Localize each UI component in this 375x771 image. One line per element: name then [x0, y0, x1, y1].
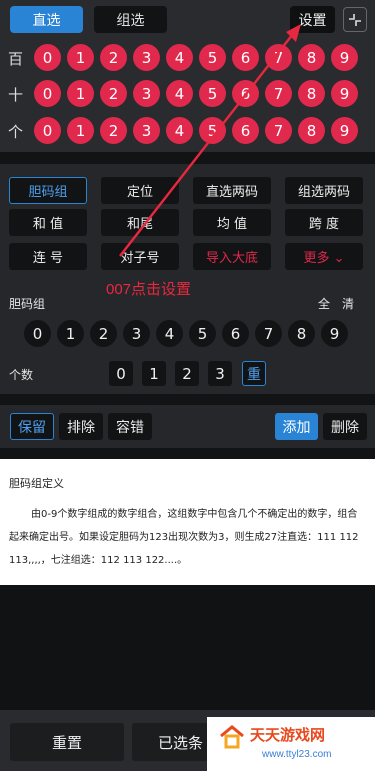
digit-ball[interactable]: 3 [133, 117, 160, 144]
divider [0, 152, 375, 164]
row-label: 十 [8, 86, 24, 104]
action-row [0, 405, 375, 448]
play-type-button[interactable]: 均 值 [193, 209, 271, 236]
digit-ball[interactable]: 3 [133, 44, 160, 71]
row-label: 个 [8, 123, 24, 141]
dan-title: 胆码组 [9, 297, 46, 311]
row-label: 百 [8, 50, 24, 68]
digit-ball[interactable]: 4 [166, 117, 193, 144]
exclude-button[interactable]: 排除 [59, 413, 103, 440]
dan-digit[interactable]: 5 [189, 320, 216, 347]
watermark-url: www.ttyl23.com [262, 749, 332, 760]
digit-ball[interactable]: 9 [331, 80, 358, 107]
collapse-button[interactable] [343, 7, 367, 32]
play-type-button[interactable]: 和 值 [9, 209, 87, 236]
definition-title: 胆码组定义 [9, 477, 64, 490]
dan-digit[interactable]: 7 [255, 320, 282, 347]
digit-ball[interactable]: 1 [67, 44, 94, 71]
dan-digit[interactable]: 4 [156, 320, 183, 347]
play-type-button[interactable]: 直选两码 [193, 177, 271, 204]
annotation-text: 007点击设置 [106, 281, 192, 298]
play-type-button[interactable]: 组选两码 [285, 177, 363, 204]
digit-ball[interactable]: 2 [100, 117, 127, 144]
digit-ball[interactable]: 8 [298, 80, 325, 107]
digit-ball[interactable]: 5 [199, 117, 226, 144]
play-type-button[interactable]: 跨 度 [285, 209, 363, 236]
tolerance-button[interactable]: 容错 [108, 413, 152, 440]
divider [0, 394, 375, 405]
dan-digit[interactable]: 0 [24, 320, 51, 347]
clear-all-button[interactable]: 全清 [318, 295, 366, 312]
digit-ball[interactable]: 4 [166, 44, 193, 71]
digit-ball[interactable]: 8 [298, 117, 325, 144]
empty-area [0, 585, 375, 710]
play-type-button[interactable]: 胆码组 [9, 177, 87, 204]
reset-button[interactable]: 重置 [10, 723, 124, 761]
mode-direct-button[interactable]: 直选 [10, 6, 83, 33]
digit-ball[interactable]: 1 [67, 80, 94, 107]
count-option[interactable]: 0 [109, 361, 133, 386]
count-option[interactable]: 重 [242, 361, 266, 386]
dan-digit[interactable]: 1 [57, 320, 84, 347]
digit-ball[interactable]: 7 [265, 117, 292, 144]
keep-button[interactable]: 保留 [10, 413, 54, 440]
digit-ball[interactable]: 6 [232, 80, 259, 107]
digit-ball[interactable]: 0 [34, 80, 61, 107]
dan-digit[interactable]: 3 [123, 320, 150, 347]
play-type-button[interactable]: 和尾 [101, 209, 179, 236]
play-type-button[interactable]: 定位 [101, 177, 179, 204]
count-label: 个数 [9, 368, 34, 382]
digit-ball[interactable]: 7 [265, 44, 292, 71]
digit-ball[interactable]: 9 [331, 117, 358, 144]
digit-ball[interactable]: 0 [34, 44, 61, 71]
play-type-button[interactable]: 更多 ⌄ [285, 243, 363, 270]
digit-ball[interactable]: 3 [133, 80, 160, 107]
digit-ball[interactable]: 1 [67, 117, 94, 144]
digit-ball[interactable]: 9 [331, 44, 358, 71]
digit-ball[interactable]: 5 [199, 44, 226, 71]
dan-digit[interactable]: 2 [90, 320, 117, 347]
collapse-icon [349, 13, 361, 26]
digit-ball[interactable]: 4 [166, 80, 193, 107]
divider [0, 448, 375, 459]
play-type-button[interactable]: 连 号 [9, 243, 87, 270]
dan-digit[interactable]: 6 [222, 320, 249, 347]
digit-ball[interactable]: 2 [100, 80, 127, 107]
digit-ball[interactable]: 6 [232, 44, 259, 71]
digit-ball[interactable]: 0 [34, 117, 61, 144]
play-type-button[interactable]: 导入大底 [193, 243, 271, 270]
digit-ball[interactable]: 6 [232, 117, 259, 144]
digit-ball[interactable]: 5 [199, 80, 226, 107]
delete-button[interactable]: 删除 [323, 413, 367, 440]
watermark-name: 天天游戏网 [250, 726, 326, 744]
dan-digit[interactable]: 9 [321, 320, 348, 347]
settings-button[interactable]: 设置 [290, 6, 335, 33]
count-option[interactable]: 2 [175, 361, 199, 386]
digit-ball[interactable]: 8 [298, 44, 325, 71]
add-button[interactable]: 添加 [275, 413, 318, 440]
definition-panel: 胆码组定义 由0-9个数字组成的数字组合，这组数字中包含几个不确定出的数字，组合… [0, 459, 375, 585]
definition-body: 由0-9个数字组成的数字组合，这组数字中包含几个不确定出的数字，组合起来确定出号… [9, 509, 359, 566]
mode-group-button[interactable]: 组选 [94, 6, 167, 33]
count-option[interactable]: 1 [142, 361, 166, 386]
count-option[interactable]: 3 [208, 361, 232, 386]
dan-digit[interactable]: 8 [288, 320, 315, 347]
watermark-logo-icon [220, 725, 244, 749]
play-type-button[interactable]: 对子号 [101, 243, 179, 270]
digit-ball[interactable]: 2 [100, 44, 127, 71]
digit-ball[interactable]: 7 [265, 80, 292, 107]
